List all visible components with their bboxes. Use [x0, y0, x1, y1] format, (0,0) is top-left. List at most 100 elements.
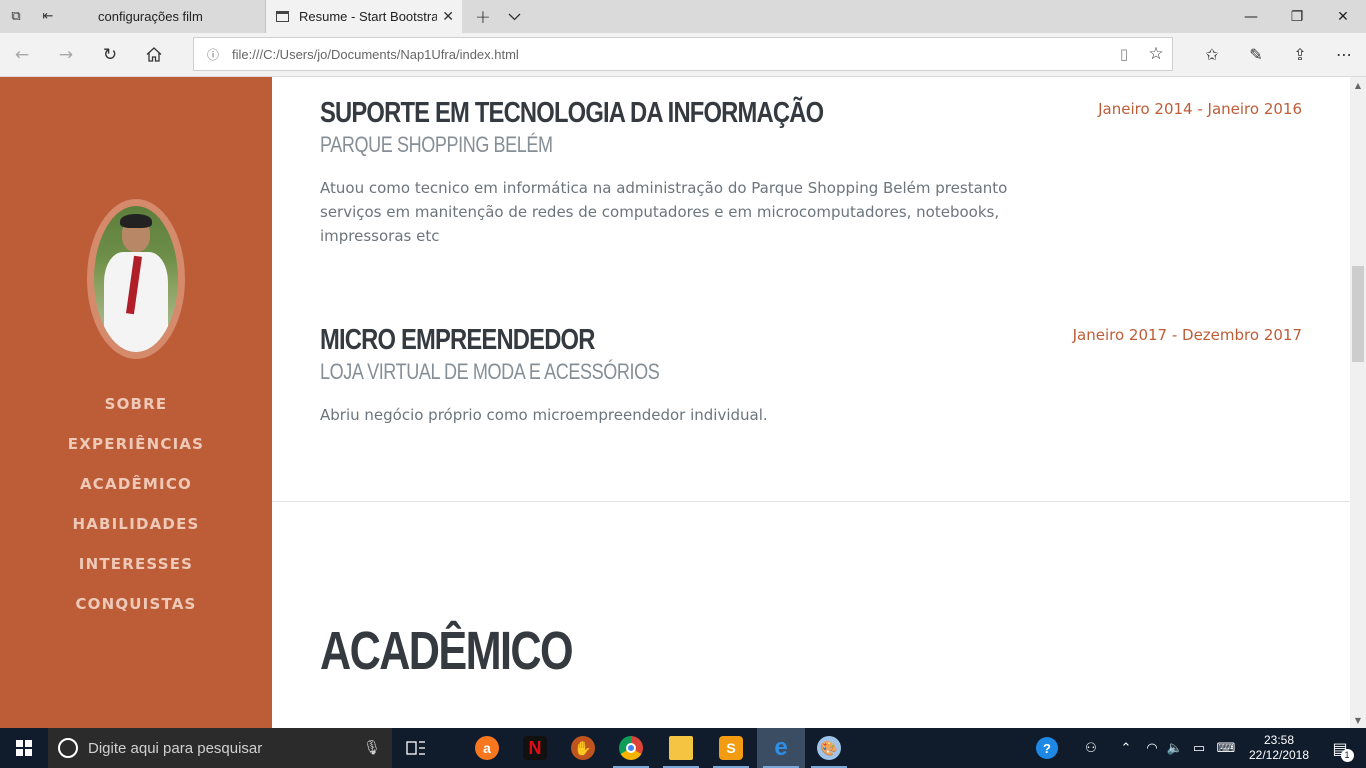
- keyboard-icon[interactable]: ⌨: [1212, 728, 1240, 768]
- sidebar-item-sobre: Sobre: [0, 384, 272, 424]
- sidebar-item-interesses: Interesses: [0, 544, 272, 584]
- taskbar-chrome[interactable]: [607, 728, 655, 768]
- taskbar-game[interactable]: ✋: [559, 728, 607, 768]
- close-window-button[interactable]: ✕: [1320, 0, 1366, 33]
- chrome-icon: [619, 736, 643, 760]
- main-content: Suporte em Tecnologia da Informação Parq…: [272, 77, 1350, 728]
- taskbar-sublime[interactable]: S: [707, 728, 755, 768]
- nav-link-academico[interactable]: Acadêmico: [80, 475, 192, 493]
- close-tab-icon[interactable]: ✕: [442, 9, 454, 25]
- job-date: Janeiro 2017 - Dezembro 2017: [1072, 326, 1302, 344]
- tab-preview-chevron-icon[interactable]: [503, 0, 525, 33]
- netflix-icon: N: [523, 736, 547, 760]
- job-title: Suporte em Tecnologia da Informação: [320, 97, 824, 129]
- notification-icon: ▤ 1: [1332, 739, 1354, 762]
- company-name: Parque Shopping Belém: [320, 132, 553, 157]
- favorites-hub-icon[interactable]: ✩: [1190, 33, 1234, 76]
- battery-icon[interactable]: ▭: [1188, 728, 1210, 768]
- page-scrollbar[interactable]: ▲ ▼: [1350, 77, 1366, 728]
- tab-bing[interactable]: configurações film - Bing: [64, 0, 266, 33]
- nav-link-interesses[interactable]: Interesses: [79, 555, 193, 573]
- avatar: [94, 206, 178, 352]
- section-heading-academico: Acadêmico: [320, 621, 574, 681]
- action-center-button[interactable]: ▤ 1: [1320, 728, 1360, 768]
- sublime-text-icon: S: [719, 736, 743, 760]
- experience-entry: Micro Empreendedor Loja Virtual de Moda …: [320, 324, 1302, 427]
- sidebar: Sobre Experiências Acadêmico Habilidades…: [0, 77, 272, 728]
- home-button[interactable]: [132, 33, 176, 76]
- people-icon[interactable]: ⚇: [1078, 728, 1104, 768]
- tab-strip: ⧉ ⇤ configurações film - Bing Resume - S…: [0, 0, 1366, 33]
- page-icon: [276, 11, 289, 22]
- taskbar-avast[interactable]: a: [463, 728, 511, 768]
- windows-logo-icon: [16, 740, 32, 756]
- avatar-hair: [120, 214, 152, 228]
- web-note-icon[interactable]: ✎: [1234, 33, 1278, 76]
- volume-icon[interactable]: 🔈: [1164, 728, 1186, 768]
- reading-view-icon[interactable]: ▯: [1108, 45, 1140, 63]
- nav-link-experiencias[interactable]: Experiências: [68, 435, 204, 453]
- address-bar[interactable]: ⓘ file:///C:/Users/jo/Documents/Nap1Ufra…: [193, 37, 1173, 71]
- windows-taskbar: Digite aqui para pesquisar 🎙 a N ✋ S e 🎨…: [0, 728, 1366, 768]
- address-url[interactable]: file:///C:/Users/jo/Documents/Nap1Ufra/i…: [232, 47, 1108, 62]
- tab-title: Resume - Start Bootstra: [299, 9, 437, 24]
- job-date: Janeiro 2014 - Janeiro 2016: [1098, 100, 1302, 118]
- game-icon: ✋: [571, 736, 595, 760]
- taskbar-paint[interactable]: 🎨: [805, 728, 853, 768]
- sidebar-item-conquistas: Conquistas: [0, 584, 272, 624]
- sidebar-item-experiencias: Experiências: [0, 424, 272, 464]
- browser-toolbar: ← → ↻ ⓘ file:///C:/Users/jo/Documents/Na…: [0, 33, 1366, 77]
- new-tab-button[interactable]: +: [472, 0, 494, 33]
- tab-title: configurações film - Bing: [98, 9, 202, 24]
- scroll-thumb[interactable]: [1352, 266, 1364, 362]
- tab-resume[interactable]: Resume - Start Bootstra ✕: [266, 0, 462, 33]
- job-description: Atuou como tecnico em informática na adm…: [320, 179, 1008, 245]
- search-placeholder: Digite aqui para pesquisar: [88, 739, 263, 757]
- nav-link-habilidades[interactable]: Habilidades: [72, 515, 199, 533]
- clock[interactable]: 23:58 22/12/2018: [1242, 728, 1316, 768]
- job-description: Abriu negócio próprio como microempreend…: [320, 406, 768, 424]
- paint-icon: 🎨: [817, 736, 841, 760]
- taskbar-search[interactable]: Digite aqui para pesquisar 🎙: [48, 728, 392, 768]
- forward-button[interactable]: →: [44, 33, 88, 76]
- experience-entry: Suporte em Tecnologia da Informação Parq…: [320, 97, 1302, 248]
- sidebar-item-academico: Acadêmico: [0, 464, 272, 504]
- job-title: Micro Empreendedor: [320, 324, 595, 356]
- taskbar-edge[interactable]: e: [757, 728, 805, 768]
- cortana-icon: [58, 738, 78, 758]
- start-button[interactable]: [0, 728, 48, 768]
- set-aside-tabs-icon[interactable]: ⇤: [32, 0, 64, 33]
- taskbar-file-explorer[interactable]: [657, 728, 705, 768]
- minimize-button[interactable]: —: [1228, 0, 1274, 33]
- clock-date: 22/12/2018: [1248, 748, 1310, 762]
- site-info-icon[interactable]: ⓘ: [194, 46, 232, 63]
- sidebar-item-habilidades: Habilidades: [0, 504, 272, 544]
- scroll-down-arrow-icon[interactable]: ▼: [1350, 712, 1366, 728]
- share-icon[interactable]: ⇪: [1278, 33, 1322, 76]
- more-menu-icon[interactable]: ⋯: [1322, 33, 1366, 76]
- back-button[interactable]: ←: [0, 33, 44, 76]
- wifi-icon[interactable]: ◠: [1140, 728, 1164, 768]
- show-hidden-icons-chevron-icon[interactable]: ⌃: [1116, 728, 1136, 768]
- company-name: Loja Virtual de Moda e Acessórios: [320, 359, 660, 384]
- taskbar-netflix[interactable]: N: [511, 728, 559, 768]
- restore-button[interactable]: ❐: [1274, 0, 1320, 33]
- avast-icon: a: [475, 736, 499, 760]
- section-divider: [272, 501, 1350, 502]
- scroll-up-arrow-icon[interactable]: ▲: [1350, 77, 1366, 93]
- sidebar-nav: Sobre Experiências Acadêmico Habilidades…: [0, 384, 272, 624]
- notification-count: 1: [1340, 748, 1354, 762]
- edge-icon: e: [774, 734, 788, 761]
- profile-photo: [87, 199, 185, 359]
- tabs-aside-icon[interactable]: ⧉: [0, 0, 32, 33]
- favorite-star-icon[interactable]: ☆: [1140, 44, 1172, 64]
- clock-time: 23:58: [1263, 733, 1295, 747]
- refresh-button[interactable]: ↻: [88, 33, 132, 76]
- help-icon[interactable]: ?: [1032, 728, 1062, 768]
- folder-icon: [669, 736, 693, 760]
- nav-link-sobre[interactable]: Sobre: [105, 395, 168, 413]
- nav-link-conquistas[interactable]: Conquistas: [75, 595, 196, 613]
- microphone-icon[interactable]: 🎙: [352, 740, 392, 756]
- page-viewport: Sobre Experiências Acadêmico Habilidades…: [0, 77, 1366, 728]
- task-view-button[interactable]: [392, 728, 440, 768]
